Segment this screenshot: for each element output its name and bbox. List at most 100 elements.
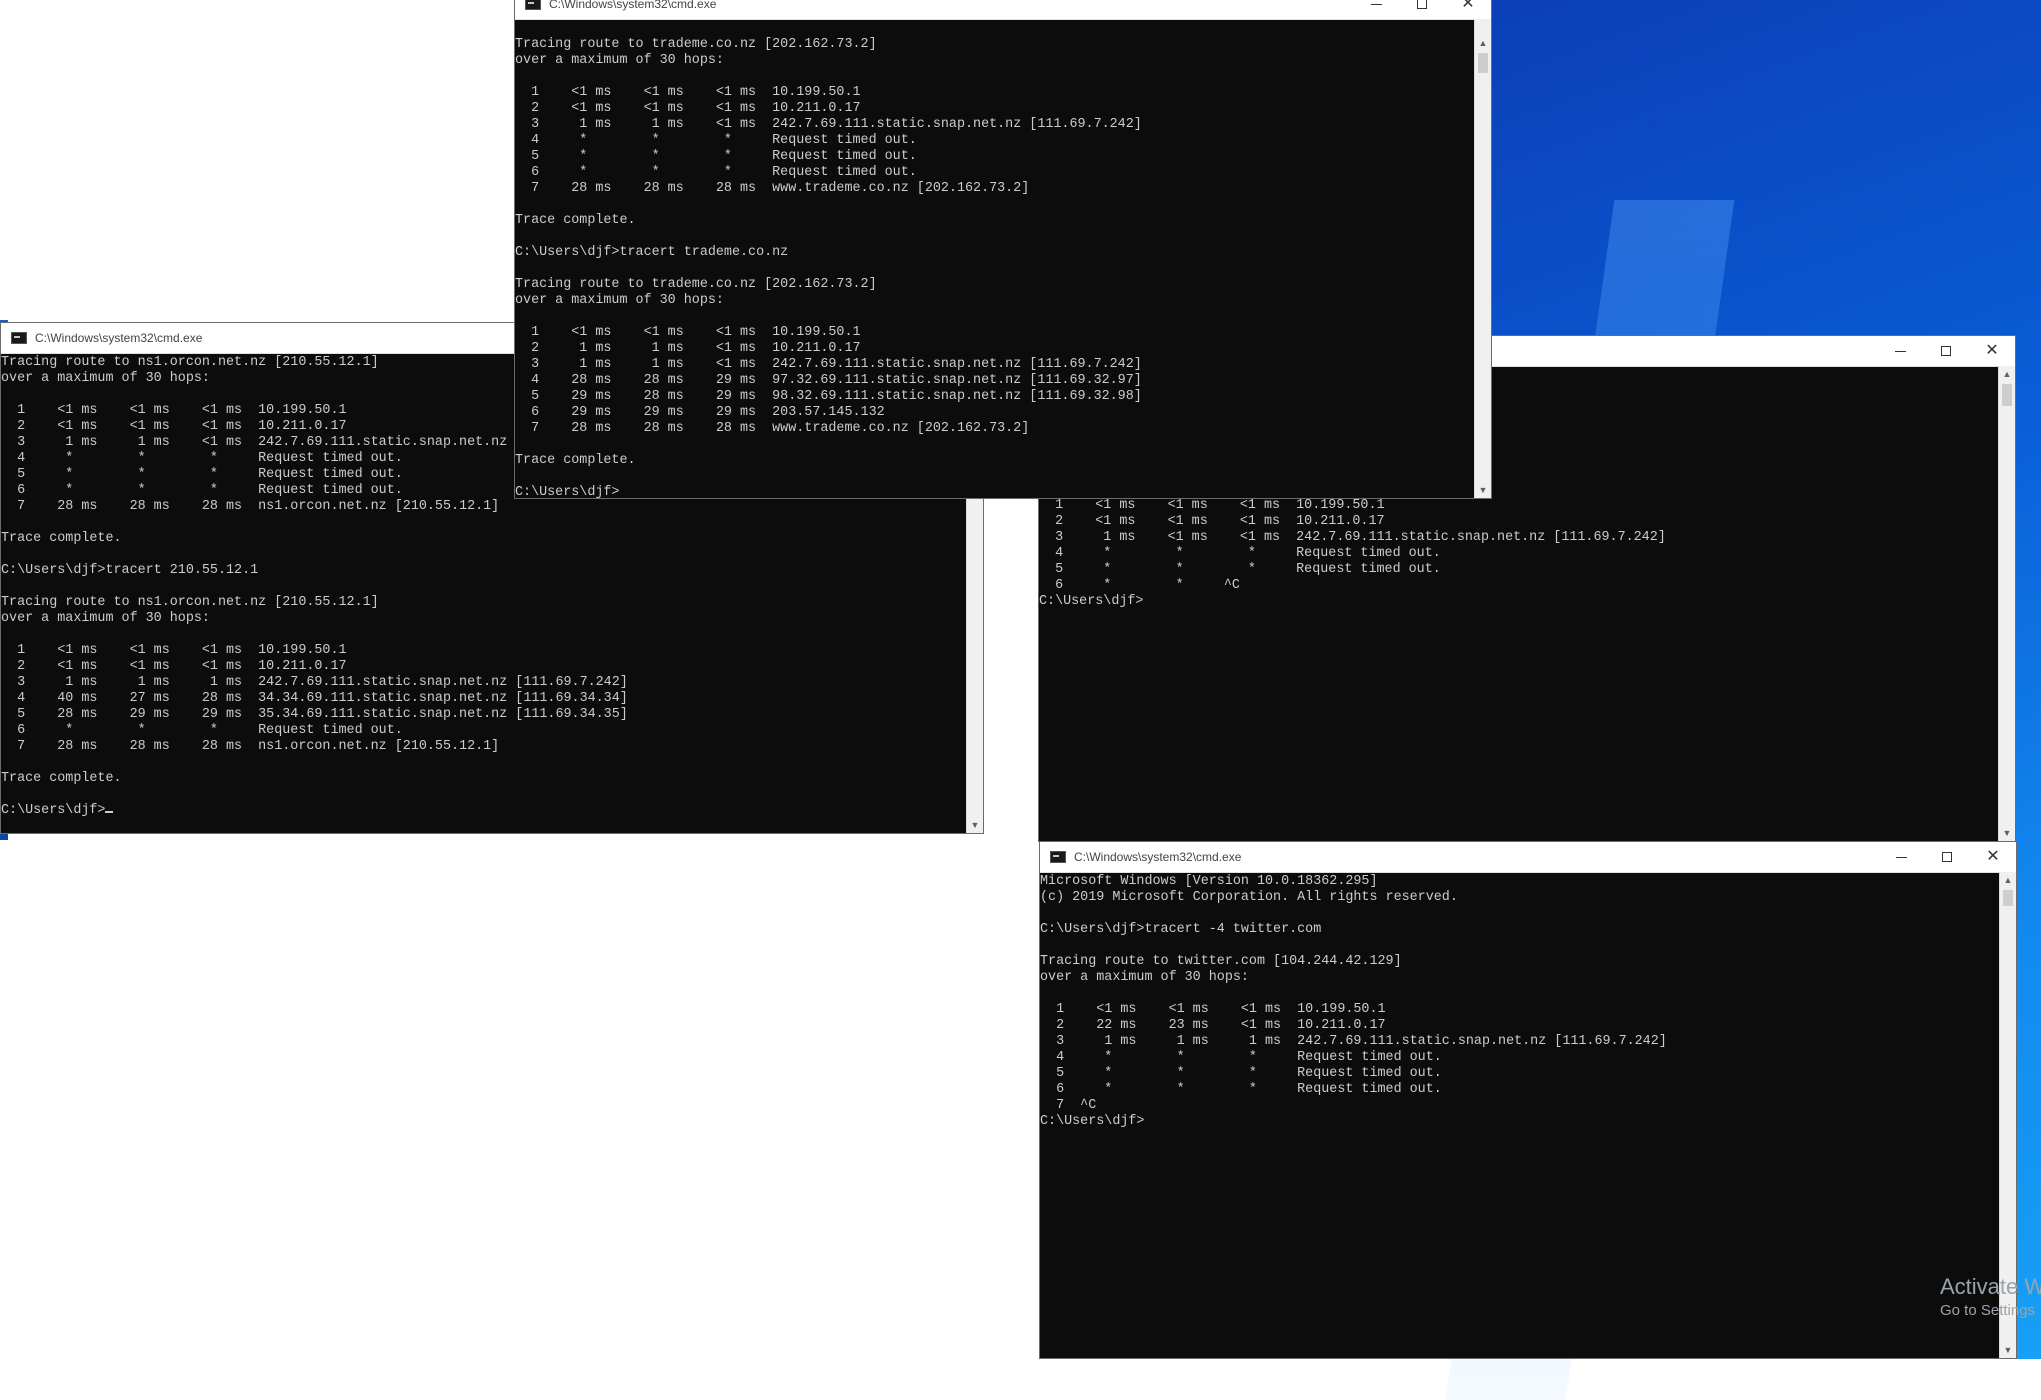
cmd-window-top[interactable]: C:\Windows\system32\cmd.exe ✕ Tracing ro… [514, 0, 1492, 499]
maximize-button[interactable] [1924, 842, 1970, 872]
console-line: over a maximum of 30 hops: [1, 611, 210, 626]
console-line: 4 * * * Request timed out. [515, 133, 917, 148]
console-line: 1 <1 ms <1 ms <1 ms 10.199.50.1 [1, 643, 347, 658]
console-line: 4 28 ms 28 ms 29 ms 97.32.69.111.static.… [515, 373, 1142, 388]
watermark-line1: Activate Wi [1940, 1274, 2041, 1299]
scroll-up-arrow-icon[interactable]: ▲ [2000, 872, 2016, 888]
console-line: C:\Users\djf>tracert trademe.co.nz [515, 245, 789, 260]
close-button[interactable]: ✕ [1445, 0, 1491, 19]
vertical-scrollbar[interactable]: ▲ ▼ [1998, 366, 2015, 841]
maximize-button[interactable] [1923, 336, 1969, 366]
console-line: Tracing route to twitter.com [104.244.42… [1040, 954, 1402, 969]
minimize-button[interactable] [1353, 0, 1399, 19]
console-line: 6 * * * Request timed out. [1, 723, 403, 738]
titlebar[interactable]: C:\Windows\system32\cmd.exe ✕ [1040, 842, 2016, 873]
console-line: 2 <1 ms <1 ms <1 ms 10.211.0.17 [515, 101, 861, 116]
console-line: 7 28 ms 28 ms 28 ms www.trademe.co.nz [2… [515, 181, 1030, 196]
console-line: Trace complete. [515, 453, 636, 468]
scroll-down-arrow-icon[interactable]: ▼ [1475, 482, 1491, 498]
maximize-icon [1942, 852, 1952, 862]
scroll-thumb[interactable] [2003, 890, 2013, 906]
console-line: 7 ^C [1040, 1098, 1097, 1113]
console-line: 3 1 ms 1 ms 1 ms 242.7.69.111.static.sna… [1040, 1034, 1667, 1049]
close-button[interactable]: ✕ [1969, 336, 2015, 366]
maximize-button[interactable] [1399, 0, 1445, 19]
console-output[interactable]: Tracing route to trademe.co.nz [202.162.… [515, 35, 1474, 498]
window-controls: ✕ [1878, 842, 2016, 872]
console-line: Tracing route to trademe.co.nz [202.162.… [515, 277, 877, 292]
console-line: over a maximum of 30 hops: [515, 53, 724, 68]
console-line: 1 <1 ms <1 ms <1 ms 10.199.50.1 [1040, 1002, 1386, 1017]
scroll-down-arrow-icon[interactable]: ▼ [1999, 825, 2015, 841]
close-icon: ✕ [1461, 0, 1475, 12]
window-title: C:\Windows\system32\cmd.exe [35, 331, 203, 345]
scroll-thumb[interactable] [1478, 53, 1488, 73]
console-line: 4 40 ms 27 ms 28 ms 34.34.69.111.static.… [1, 691, 628, 706]
console-line: C:\Users\djf> [1040, 1114, 1145, 1129]
console-line: 6 29 ms 29 ms 29 ms 203.57.145.132 [515, 405, 885, 420]
console-line: 2 22 ms 23 ms <1 ms 10.211.0.17 [1040, 1018, 1386, 1033]
console-line: 5 * * * Request timed out. [1040, 1066, 1442, 1081]
console-line: 7 28 ms 28 ms 28 ms www.trademe.co.nz [2… [515, 421, 1030, 436]
cmd-icon [525, 0, 541, 10]
minimize-icon [1895, 856, 1907, 858]
vertical-scrollbar[interactable]: ▲ ▼ [1474, 19, 1491, 498]
minimize-button[interactable] [1877, 336, 1923, 366]
console-line: 7 28 ms 28 ms 28 ms ns1.orcon.net.nz [21… [1, 499, 500, 514]
console-line: 3 1 ms 1 ms 1 ms 242.7.69.111.static.sna… [1, 675, 628, 690]
console-line: 6 * * * Request timed out. [1040, 1082, 1442, 1097]
close-button[interactable]: ✕ [1970, 842, 2016, 872]
console-line: 2 <1 ms <1 ms <1 ms 10.211.0.17 [1, 659, 347, 674]
titlebar[interactable]: C:\Windows\system32\cmd.exe ✕ [515, 0, 1491, 20]
minimize-icon [1370, 3, 1382, 5]
console-line: over a maximum of 30 hops: [1040, 970, 1249, 985]
console-line: 2 1 ms 1 ms <1 ms 10.211.0.17 [515, 341, 861, 356]
console-line: (c) 2019 Microsoft Corporation. All righ… [1040, 890, 1458, 905]
scroll-up-arrow-icon[interactable]: ▲ [1999, 366, 2015, 382]
console-line: Trace complete. [1, 531, 122, 546]
console-line: 3 1 ms 1 ms <1 ms 242.7.69.111.static.sn… [515, 117, 1142, 132]
console-line: C:\Users\djf> [515, 485, 620, 498]
console-line: C:\Users\djf> [1, 803, 966, 819]
console-output[interactable]: 1 <1 ms <1 ms <1 ms 10.199.50.1 2 <1 ms … [1039, 496, 1998, 841]
cmd-window-bottom-right[interactable]: C:\Windows\system32\cmd.exe ✕ Microsoft … [1039, 841, 2017, 1359]
console-line: C:\Users\djf>tracert -4 twitter.com [1040, 922, 1322, 937]
window-controls: ✕ [1353, 0, 1491, 19]
scroll-up-arrow-icon[interactable]: ▲ [1475, 35, 1491, 51]
console-line: C:\Users\djf> [1039, 594, 1144, 609]
scroll-thumb[interactable] [2002, 384, 2012, 406]
console-line: 3 1 ms 1 ms <1 ms 242.7.69.111.static.sn… [515, 357, 1142, 372]
close-icon: ✕ [1985, 342, 1999, 359]
maximize-icon [1417, 0, 1427, 9]
minimize-button[interactable] [1878, 842, 1924, 872]
window-controls: ✕ [1877, 336, 2015, 366]
console-line: 1 <1 ms <1 ms <1 ms 10.199.50.1 [515, 85, 861, 100]
console-line: over a maximum of 30 hops: [515, 293, 724, 308]
close-icon: ✕ [1986, 848, 2000, 865]
console-line: 7 28 ms 28 ms 28 ms ns1.orcon.net.nz [21… [1, 739, 500, 754]
scroll-down-arrow-icon[interactable]: ▼ [967, 817, 983, 833]
console-output[interactable]: Microsoft Windows [Version 10.0.18362.29… [1040, 872, 1999, 1358]
console-line: C:\Users\djf>tracert 210.55.12.1 [1, 563, 259, 578]
console-line: 6 * * * Request timed out. [515, 165, 917, 180]
console-line: 6 * * ^C [1039, 578, 1240, 593]
console-line: 5 28 ms 29 ms 29 ms 35.34.69.111.static.… [1, 707, 628, 722]
console-line: 1 <1 ms <1 ms <1 ms 10.199.50.1 [1039, 498, 1385, 513]
scroll-down-arrow-icon[interactable]: ▼ [2000, 1342, 2016, 1358]
activate-windows-watermark: Activate Wi Go to Settings [1940, 1274, 2041, 1319]
console-line: Trace complete. [1, 771, 122, 786]
